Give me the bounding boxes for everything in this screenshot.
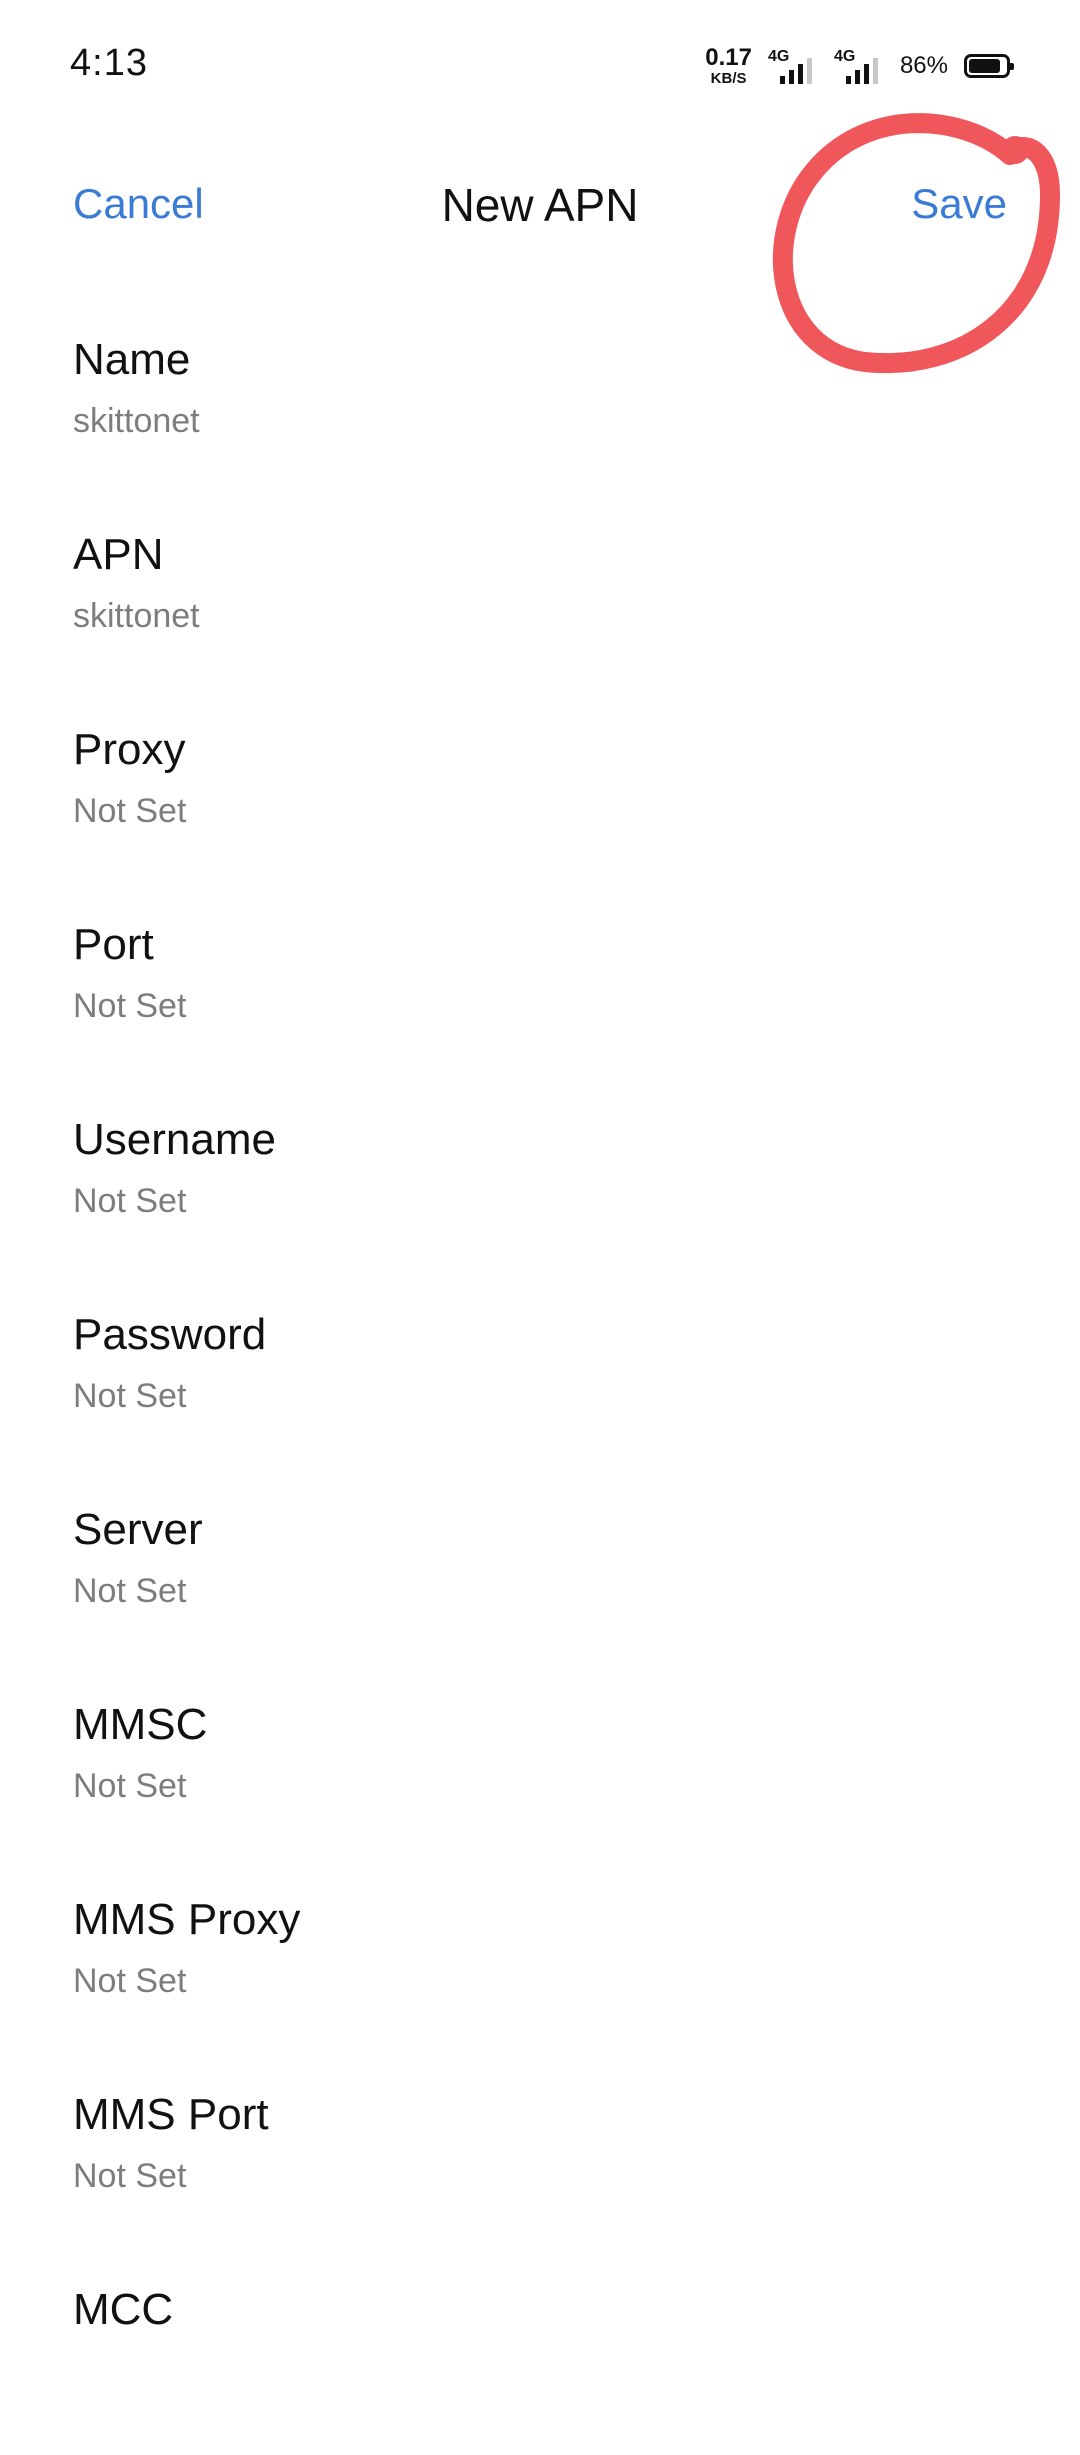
field-value: Not Set <box>73 1181 187 1220</box>
field-username[interactable]: Username Not Set <box>0 1090 1080 1285</box>
field-label: MMS Port <box>73 2090 269 2139</box>
field-mms-proxy[interactable]: MMS Proxy Not Set <box>0 1870 1080 2065</box>
field-label: Proxy <box>73 725 186 774</box>
field-proxy[interactable]: Proxy Not Set <box>0 700 1080 895</box>
network-speed-value: 0.17 <box>705 44 752 71</box>
battery-percent: 86% <box>899 52 948 79</box>
field-name[interactable]: Name skittonet <box>0 310 1080 505</box>
field-apn[interactable]: APN skittonet <box>0 505 1080 700</box>
field-value: Not Set <box>73 791 187 830</box>
field-label: Password <box>73 1310 267 1359</box>
field-label: MMSC <box>73 1700 208 1749</box>
field-mcc[interactable]: MCC <box>0 2260 1080 2455</box>
network-speed: 0.17 KB/S <box>705 44 752 87</box>
field-label: MCC <box>73 2285 174 2334</box>
status-icons: 0.17 KB/S 4G 4G 86% <box>705 44 1014 88</box>
field-value: Not Set <box>73 1766 187 1805</box>
field-port[interactable]: Port Not Set <box>0 895 1080 1090</box>
network-speed-unit: KB/S <box>710 70 747 87</box>
field-password[interactable]: Password Not Set <box>0 1285 1080 1480</box>
field-value: skittonet <box>73 401 200 440</box>
field-mms-port[interactable]: MMS Port Not Set <box>0 2065 1080 2260</box>
signal-sim1-icon: 4G <box>768 46 818 86</box>
signal-sim2-icon: 4G <box>834 46 884 86</box>
apn-fields-list: Name skittonet APN skittonet Proxy Not S… <box>0 310 1080 2455</box>
field-value: skittonet <box>73 596 200 635</box>
action-bar: Cancel New APN Save <box>0 150 1080 260</box>
status-bar: 4:13 0.17 KB/S 4G 4G 86% <box>0 0 1080 130</box>
field-value: Not Set <box>73 1376 187 1415</box>
status-time: 4:13 <box>70 42 148 84</box>
field-label: Port <box>73 920 154 969</box>
field-value: Not Set <box>73 1961 187 2000</box>
field-label: Name <box>73 335 191 384</box>
field-label: Username <box>73 1115 276 1164</box>
field-value: Not Set <box>73 986 187 1025</box>
field-value: Not Set <box>73 1571 187 1610</box>
field-value: Not Set <box>73 2156 187 2195</box>
battery-icon <box>964 54 1014 78</box>
field-label: Server <box>73 1505 203 1554</box>
field-label: MMS Proxy <box>73 1895 301 1944</box>
field-label: APN <box>73 530 164 579</box>
save-button[interactable]: Save <box>911 180 1007 228</box>
field-server[interactable]: Server Not Set <box>0 1480 1080 1675</box>
field-mmsc[interactable]: MMSC Not Set <box>0 1675 1080 1870</box>
